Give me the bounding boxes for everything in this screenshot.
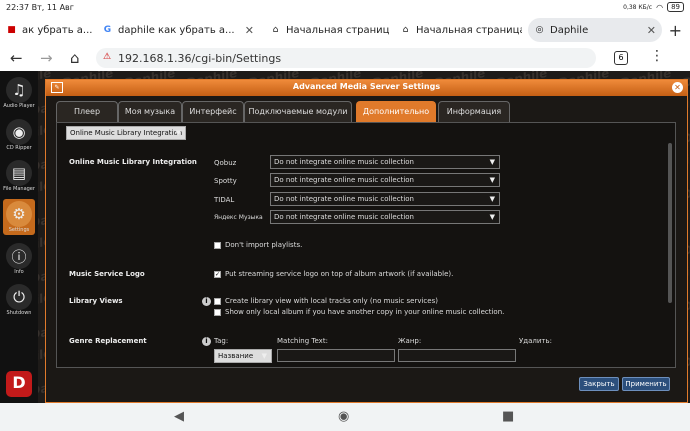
music-note-icon: ♫ bbox=[6, 77, 32, 103]
dialog-title: Advanced Media Server Settings bbox=[292, 82, 441, 91]
local-view-checkbox[interactable] bbox=[214, 298, 221, 305]
browser-tab-strip: ■ ак убрать а... ✕ G daphile как убрать … bbox=[0, 15, 690, 45]
red-box-icon: ■ bbox=[7, 25, 16, 35]
service-name: TIDAL bbox=[214, 196, 235, 204]
tab-count-button[interactable]: 6 bbox=[614, 51, 628, 65]
home-icon: ⌂ bbox=[402, 25, 409, 35]
wifi-icon: ◠ bbox=[656, 2, 664, 12]
chevron-down-icon: ▼ bbox=[489, 176, 495, 184]
power-icon: ⏻ bbox=[6, 284, 32, 310]
dont-import-label: Don't import playlists. bbox=[225, 241, 303, 249]
library-label: Library Views bbox=[69, 297, 123, 305]
tag-select[interactable]: Название ▼ bbox=[214, 349, 272, 363]
address-bar[interactable]: ⚠ 192.168.1.36/cgi-bin/Settings bbox=[96, 48, 596, 68]
info-icon[interactable]: i bbox=[202, 297, 211, 306]
settings-dialog: ✎ Advanced Media Server Settings ✕ Плеер… bbox=[45, 79, 688, 403]
logo-option-label: Put streaming service logo on top of alb… bbox=[225, 270, 454, 278]
system-nav-bar: ◀ ◉ ■ bbox=[0, 403, 690, 431]
dont-import-checkbox[interactable] bbox=[214, 242, 221, 249]
browser-toolbar: ← → ⌂ ⚠ 192.168.1.36/cgi-bin/Settings 6 … bbox=[0, 45, 690, 71]
sidebar: ♫ Audio Player ◉ CD Ripper ▤ File Manage… bbox=[0, 71, 38, 403]
logo-label: Music Service Logo bbox=[69, 270, 145, 278]
chevron-down-icon: ▼ bbox=[489, 195, 495, 203]
insecure-icon: ⚠ bbox=[103, 52, 112, 62]
browser-tab[interactable]: ■ ак убрать а... ✕ bbox=[0, 18, 92, 42]
sidebar-item-cd-ripper[interactable]: ◉ CD Ripper bbox=[3, 119, 35, 151]
section-select[interactable]: Online Music Library Integration ▼ bbox=[66, 126, 186, 140]
more-menu-icon[interactable]: ⋮ bbox=[650, 48, 664, 64]
logo-checkbox[interactable]: ✓ bbox=[214, 271, 221, 278]
scrollbar[interactable] bbox=[668, 143, 672, 303]
battery-icon: 89 bbox=[667, 2, 684, 12]
recents-icon[interactable]: ■ bbox=[502, 409, 514, 424]
forward-arrow-icon[interactable]: → bbox=[40, 49, 53, 67]
qobuz-select[interactable]: Do not integrate online music collection… bbox=[270, 155, 500, 169]
browser-tab[interactable]: ⌂ Начальная страница ✕ bbox=[394, 18, 522, 42]
clock: 22:37 Вт, 11 Авг bbox=[6, 3, 74, 12]
delete-label: Удалить: bbox=[519, 337, 552, 345]
close-icon[interactable]: ✕ bbox=[245, 24, 254, 37]
settings-panel: Online Music Library Integration ▼ Online… bbox=[56, 122, 676, 368]
home-circle-icon[interactable]: ◉ bbox=[338, 409, 349, 424]
folder-icon: ▤ bbox=[6, 160, 32, 186]
service-name: Яндекс Музыка bbox=[214, 214, 263, 221]
daphile-app: DaphileDaphileDaphileDaphileDaphileDaphi… bbox=[0, 71, 690, 403]
tab-my-music[interactable]: Моя музыка bbox=[118, 101, 182, 122]
apply-button[interactable]: Применить bbox=[622, 377, 670, 391]
sidebar-item-audio-player[interactable]: ♫ Audio Player bbox=[3, 77, 35, 109]
genre-input[interactable] bbox=[398, 349, 516, 362]
back-icon[interactable]: ◀ bbox=[174, 409, 184, 424]
tab-interface[interactable]: Интерфейс bbox=[182, 101, 244, 122]
omli-label: Online Music Library Integration bbox=[69, 158, 197, 166]
matching-text-input[interactable] bbox=[277, 349, 395, 362]
disc-icon: ◉ bbox=[6, 119, 32, 145]
new-tab-button[interactable]: + bbox=[669, 21, 682, 40]
dialog-titlebar: ✎ Advanced Media Server Settings ✕ bbox=[46, 80, 687, 96]
tag-label: Tag: bbox=[214, 337, 229, 345]
globe-icon: ◎ bbox=[535, 25, 544, 35]
matching-label: Matching Text: bbox=[277, 337, 328, 345]
info-icon[interactable]: i bbox=[202, 337, 211, 346]
sidebar-item-settings[interactable]: ⚙ Settings bbox=[3, 199, 35, 235]
tab-advanced[interactable]: Дополнительно bbox=[356, 101, 436, 122]
service-name: Spotty bbox=[214, 177, 237, 185]
info-icon: ⓘ bbox=[6, 243, 32, 269]
tab-plugins[interactable]: Подключаемые модули bbox=[244, 101, 352, 122]
browser-tab[interactable]: ⌂ Начальная страница ✕ bbox=[264, 18, 390, 42]
google-icon: G bbox=[103, 25, 112, 35]
chevron-down-icon: ▼ bbox=[175, 129, 181, 137]
status-bar: 22:37 Вт, 11 Авг 0,38 КБ/с ◠ 89 bbox=[0, 0, 690, 15]
sidebar-item-shutdown[interactable]: ⏻ Shutdown bbox=[3, 284, 35, 316]
home-icon[interactable]: ⌂ bbox=[70, 49, 80, 67]
service-name: Qobuz bbox=[214, 159, 237, 167]
sidebar-item-info[interactable]: ⓘ Info bbox=[3, 243, 35, 275]
browser-tab[interactable]: G daphile как убрать а... ✕ bbox=[96, 18, 260, 42]
home-icon: ⌂ bbox=[272, 25, 279, 35]
browser-tab-active[interactable]: ◎ Daphile ✕ bbox=[528, 18, 662, 42]
close-button[interactable]: Закрыть bbox=[579, 377, 619, 391]
tidal-select[interactable]: Do not integrate online music collection… bbox=[270, 192, 500, 206]
genre-field-label: Жанр: bbox=[398, 337, 422, 345]
close-icon[interactable]: ✕ bbox=[647, 24, 656, 37]
local-album-checkbox[interactable] bbox=[214, 309, 221, 316]
yandex-select[interactable]: Do not integrate online music collection… bbox=[270, 210, 500, 224]
tab-player[interactable]: Плеер bbox=[56, 101, 118, 122]
chevron-down-icon: ▼ bbox=[489, 213, 495, 221]
chevron-down-icon: ▼ bbox=[489, 158, 495, 166]
gear-icon: ⚙ bbox=[6, 201, 32, 227]
close-icon[interactable]: ✕ bbox=[672, 82, 683, 93]
daphile-logo: D bbox=[6, 371, 32, 397]
chevron-down-icon: ▼ bbox=[261, 352, 267, 360]
sidebar-item-file-manager[interactable]: ▤ File Manager bbox=[3, 160, 35, 192]
spotty-select[interactable]: Do not integrate online music collection… bbox=[270, 173, 500, 187]
genre-label: Genre Replacement bbox=[69, 337, 147, 345]
tab-information[interactable]: Информация bbox=[438, 101, 510, 122]
local-album-label: Show only local album if you have anothe… bbox=[225, 308, 505, 316]
back-arrow-icon[interactable]: ← bbox=[10, 49, 23, 67]
local-view-label: Create library view with local tracks on… bbox=[225, 297, 438, 305]
status-icons: 0,38 КБ/с ◠ 89 bbox=[623, 2, 684, 12]
